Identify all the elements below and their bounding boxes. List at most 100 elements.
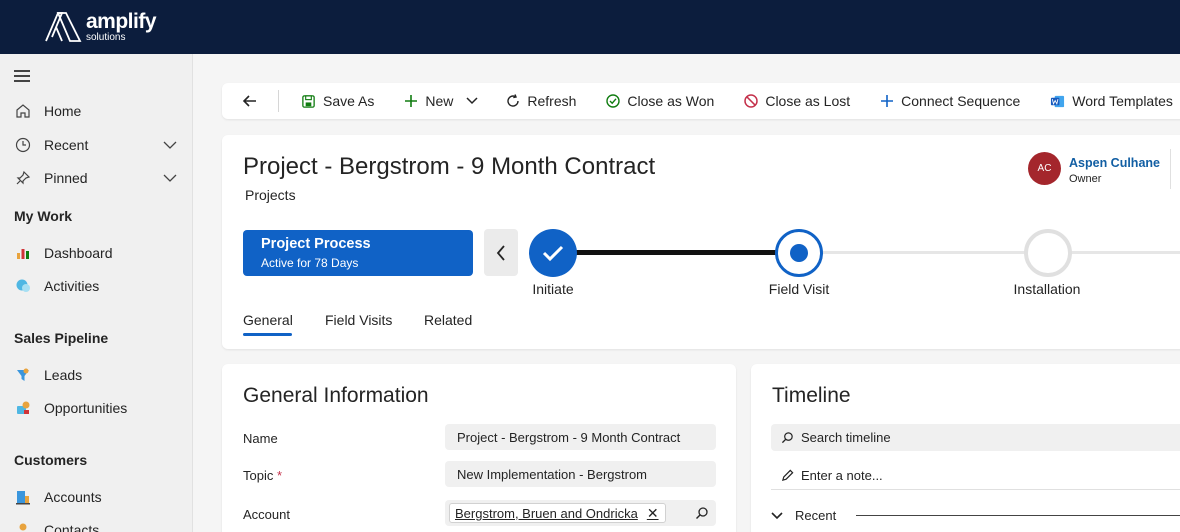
- plus-icon: [881, 95, 894, 107]
- account-lookup-value[interactable]: Bergstrom, Bruen and Ondricka: [455, 506, 638, 521]
- tab-related[interactable]: Related: [424, 312, 472, 328]
- topic-label-text: Topic: [243, 468, 274, 483]
- close-as-won-button[interactable]: Close as Won: [606, 83, 714, 119]
- refresh-label: Refresh: [527, 93, 577, 109]
- check-circle-icon: [606, 94, 621, 108]
- contacts-person-icon: [14, 521, 32, 532]
- stage-initiate-node[interactable]: [529, 229, 577, 277]
- timeline-search-placeholder: Search timeline: [801, 430, 891, 445]
- word-templates-button[interactable]: Word Templates: [1050, 83, 1173, 119]
- refresh-button[interactable]: Refresh: [506, 83, 576, 119]
- stage-installation-node[interactable]: [1024, 229, 1072, 277]
- back-button[interactable]: [242, 83, 258, 119]
- new-dropdown-button[interactable]: [465, 83, 486, 119]
- hamburger-menu-icon[interactable]: [14, 70, 30, 82]
- timeline-note-input[interactable]: Enter a note...: [771, 462, 1180, 490]
- brand-logo-text[interactable]: amplify solutions: [86, 10, 157, 43]
- sidebar-item-contacts[interactable]: Contacts: [0, 515, 192, 532]
- new-label: New: [425, 93, 454, 109]
- sidebar-item-activities[interactable]: Activities: [0, 271, 192, 301]
- tab-selected-indicator: [243, 333, 292, 336]
- sidebar-item-label: Accounts: [44, 489, 102, 505]
- sidebar-item-pinned[interactable]: Pinned: [0, 163, 192, 193]
- timeline-note-placeholder: Enter a note...: [801, 468, 883, 483]
- save-as-button[interactable]: Save As: [301, 83, 374, 119]
- command-bar: Save As New Refresh Close as Won Close a…: [222, 83, 1180, 119]
- process-status: Active for 78 Days: [261, 256, 359, 270]
- chevron-left-icon: [496, 244, 505, 261]
- process-progress-line: [553, 250, 798, 255]
- new-button[interactable]: New: [404, 83, 453, 119]
- connect-sequence-button[interactable]: Connect Sequence: [880, 83, 1020, 119]
- chevron-down-icon[interactable]: [162, 171, 178, 185]
- sidebar-section-customers: Customers: [14, 452, 88, 468]
- stage-field-visit-node[interactable]: [775, 229, 823, 277]
- arrow-left-icon: [242, 95, 256, 107]
- sidebar-item-leads[interactable]: Leads: [0, 360, 192, 390]
- owner-name-link[interactable]: Aspen Culhane: [1069, 156, 1160, 170]
- clock-icon: [14, 136, 32, 154]
- active-stage-dot: [790, 244, 808, 262]
- activities-chat-icon: [14, 277, 32, 295]
- name-field-label: Name: [243, 431, 278, 446]
- timeline-group-recent[interactable]: Recent: [795, 508, 836, 523]
- entity-name: Projects: [245, 187, 296, 203]
- sidebar-item-accounts[interactable]: Accounts: [0, 482, 192, 512]
- chevron-down-icon[interactable]: [771, 511, 783, 521]
- page-title: Project - Bergstrom - 9 Month Contract: [243, 153, 656, 180]
- chevron-down-icon: [466, 97, 478, 105]
- sidebar: Home Recent Pinned My Work Dashboard Act…: [0, 54, 193, 532]
- account-field-label: Account: [243, 507, 290, 522]
- divider: [1170, 149, 1171, 189]
- close-as-lost-button[interactable]: Close as Lost: [744, 83, 850, 119]
- owner-role: Owner: [1069, 173, 1102, 185]
- record-header: Project - Bergstrom - 9 Month Contract P…: [222, 135, 1180, 349]
- sidebar-item-opportunities[interactable]: Opportunities: [0, 393, 192, 423]
- process-flyout-button[interactable]: Project Process Active for 78 Days: [243, 230, 473, 276]
- chevron-down-icon[interactable]: [162, 138, 178, 152]
- prohibited-icon: [744, 94, 759, 108]
- topic-field[interactable]: New Implementation - Bergstrom: [445, 461, 716, 487]
- process-previous-button[interactable]: [484, 229, 518, 276]
- tab-general[interactable]: General: [243, 312, 293, 328]
- refresh-icon: [507, 94, 520, 107]
- sidebar-item-label: Leads: [44, 367, 83, 383]
- tab-field-visits[interactable]: Field Visits: [325, 312, 392, 328]
- sidebar-item-home[interactable]: Home: [0, 96, 192, 126]
- brand-name: amplify: [86, 10, 157, 33]
- search-icon[interactable]: [695, 506, 709, 520]
- avatar[interactable]: AC: [1028, 152, 1061, 185]
- search-icon: [781, 432, 793, 444]
- close-as-lost-label: Close as Lost: [765, 93, 851, 109]
- plus-icon: [405, 95, 418, 107]
- brand-tagline: solutions: [86, 32, 126, 43]
- stage-installation-label[interactable]: Installation: [987, 281, 1107, 297]
- required-marker: *: [276, 468, 283, 483]
- dashboard-chart-icon: [14, 244, 32, 262]
- sidebar-item-label: Opportunities: [44, 400, 128, 416]
- name-field[interactable]: Project - Bergstrom - 9 Month Contract: [445, 424, 716, 450]
- opportunities-icon: [14, 399, 32, 417]
- sidebar-item-dashboard[interactable]: Dashboard: [0, 238, 192, 268]
- leads-funnel-icon: [14, 366, 32, 384]
- divider: [856, 515, 1180, 516]
- save-as-label: Save As: [323, 93, 375, 109]
- section-title: General Information: [243, 384, 429, 407]
- stage-initiate-label[interactable]: Initiate: [493, 281, 613, 297]
- process-name: Project Process: [261, 236, 371, 252]
- accounts-building-icon: [14, 488, 32, 506]
- account-lookup-field[interactable]: Bergstrom, Bruen and Ondricka ✕: [445, 500, 716, 526]
- sidebar-item-recent[interactable]: Recent: [0, 130, 192, 160]
- sidebar-item-label: Home: [44, 103, 82, 119]
- save-icon: [302, 94, 315, 108]
- timeline-search-input[interactable]: Search timeline: [771, 424, 1180, 451]
- checkmark-icon: [542, 245, 564, 262]
- timeline-section: Timeline Search timeline Enter a note...…: [751, 364, 1180, 532]
- general-information-section: General Information Name Project - Bergs…: [222, 364, 736, 532]
- stage-field-visit-label[interactable]: Field Visit: [739, 281, 859, 297]
- home-icon: [14, 102, 32, 120]
- account-lookup-tag[interactable]: Bergstrom, Bruen and Ondricka ✕: [449, 503, 666, 523]
- topic-field-label: Topic *: [243, 468, 282, 483]
- remove-icon[interactable]: ✕: [647, 506, 659, 520]
- sidebar-section-sales-pipeline: Sales Pipeline: [14, 330, 109, 346]
